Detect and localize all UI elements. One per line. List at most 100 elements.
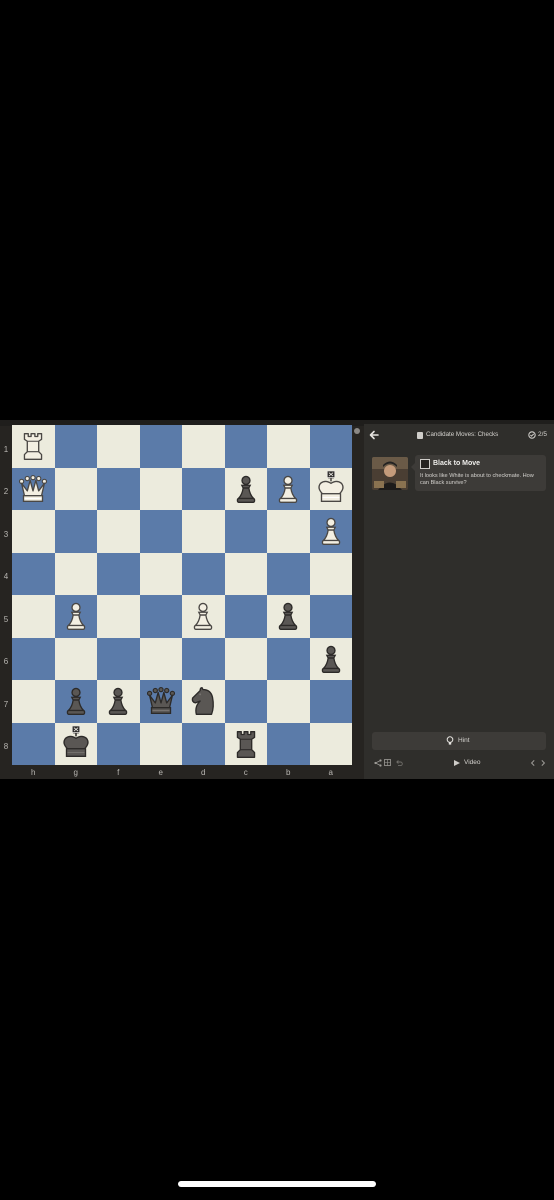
square-c2[interactable] — [224, 467, 267, 510]
back-arrow-icon[interactable] — [368, 429, 380, 441]
settings-dot-icon[interactable] — [354, 428, 360, 434]
square-e4[interactable] — [139, 552, 182, 595]
square-g6[interactable] — [54, 637, 97, 680]
white-pawn-icon[interactable] — [269, 470, 307, 508]
square-h8[interactable] — [12, 722, 55, 765]
video-button[interactable]: Video — [452, 757, 492, 769]
square-b4[interactable] — [267, 552, 310, 595]
square-e1[interactable] — [139, 425, 182, 468]
white-pawn-icon[interactable] — [184, 597, 222, 635]
square-b5[interactable] — [267, 595, 310, 638]
square-h7[interactable] — [12, 680, 55, 723]
square-g3[interactable] — [54, 510, 97, 553]
square-f7[interactable] — [97, 680, 140, 723]
black-pawn-icon[interactable] — [99, 682, 137, 720]
undo-icon[interactable] — [395, 759, 403, 767]
black-rook-icon[interactable] — [227, 725, 265, 763]
square-f4[interactable] — [97, 552, 140, 595]
square-b3[interactable] — [267, 510, 310, 553]
square-h4[interactable] — [12, 552, 55, 595]
square-e6[interactable] — [139, 637, 182, 680]
square-c6[interactable] — [224, 637, 267, 680]
square-g4[interactable] — [54, 552, 97, 595]
square-b1[interactable] — [267, 425, 310, 468]
square-h3[interactable] — [12, 510, 55, 553]
square-c7[interactable] — [224, 680, 267, 723]
coach-message: Black to Move It looks like White is abo… — [411, 455, 546, 491]
chess-board[interactable] — [12, 425, 352, 765]
square-c8[interactable] — [224, 722, 267, 765]
white-rook-icon[interactable] — [14, 427, 52, 465]
black-queen-icon[interactable] — [142, 682, 180, 720]
chevron-left-icon[interactable] — [529, 759, 537, 767]
square-b8[interactable] — [267, 722, 310, 765]
square-f1[interactable] — [97, 425, 140, 468]
square-b2[interactable] — [267, 467, 310, 510]
square-d6[interactable] — [182, 637, 225, 680]
square-h1[interactable] — [12, 425, 55, 468]
square-c5[interactable] — [224, 595, 267, 638]
square-d8[interactable] — [182, 722, 225, 765]
square-a5[interactable] — [309, 595, 352, 638]
square-a2[interactable] — [309, 467, 352, 510]
square-d5[interactable] — [182, 595, 225, 638]
rank-label: 4 — [3, 572, 9, 581]
square-h5[interactable] — [12, 595, 55, 638]
square-f8[interactable] — [97, 722, 140, 765]
square-e7[interactable] — [139, 680, 182, 723]
square-h6[interactable] — [12, 637, 55, 680]
black-king-icon[interactable] — [57, 725, 95, 763]
square-d4[interactable] — [182, 552, 225, 595]
square-c3[interactable] — [224, 510, 267, 553]
square-g1[interactable] — [54, 425, 97, 468]
square-g2[interactable] — [54, 467, 97, 510]
square-a4[interactable] — [309, 552, 352, 595]
square-f3[interactable] — [97, 510, 140, 553]
square-b7[interactable] — [267, 680, 310, 723]
square-c1[interactable] — [224, 425, 267, 468]
square-b6[interactable] — [267, 637, 310, 680]
lesson-header: Candidate Moves: Checks 2/5 — [364, 424, 554, 446]
coach-photo-icon — [372, 457, 408, 490]
square-d3[interactable] — [182, 510, 225, 553]
square-e8[interactable] — [139, 722, 182, 765]
black-pawn-icon[interactable] — [227, 470, 265, 508]
square-a6[interactable] — [309, 637, 352, 680]
white-pawn-icon[interactable] — [57, 597, 95, 635]
chevron-right-icon[interactable] — [539, 759, 547, 767]
hint-button[interactable]: Hint — [372, 732, 546, 750]
square-f5[interactable] — [97, 595, 140, 638]
rank-label: 3 — [3, 530, 9, 539]
square-a7[interactable] — [309, 680, 352, 723]
board-layout-icon[interactable] — [384, 759, 391, 766]
square-d2[interactable] — [182, 467, 225, 510]
lesson-progress: 2/5 — [538, 431, 548, 438]
square-e5[interactable] — [139, 595, 182, 638]
share-icon[interactable] — [374, 759, 382, 767]
lesson-footer: Video — [364, 756, 554, 770]
square-g5[interactable] — [54, 595, 97, 638]
square-a8[interactable] — [309, 722, 352, 765]
black-pawn-icon[interactable] — [57, 682, 95, 720]
square-d7[interactable] — [182, 680, 225, 723]
square-f2[interactable] — [97, 467, 140, 510]
square-c4[interactable] — [224, 552, 267, 595]
white-king-icon[interactable] — [312, 470, 350, 508]
square-e2[interactable] — [139, 467, 182, 510]
file-label: a — [328, 768, 333, 777]
white-queen-icon[interactable] — [14, 470, 52, 508]
square-e3[interactable] — [139, 510, 182, 553]
home-indicator[interactable] — [178, 1181, 376, 1187]
black-pawn-icon[interactable] — [269, 597, 307, 635]
square-a1[interactable] — [309, 425, 352, 468]
square-d1[interactable] — [182, 425, 225, 468]
square-h2[interactable] — [12, 467, 55, 510]
black-pawn-icon[interactable] — [312, 640, 350, 678]
rank-label: 8 — [3, 742, 9, 751]
square-a3[interactable] — [309, 510, 352, 553]
square-g8[interactable] — [54, 722, 97, 765]
white-pawn-icon[interactable] — [312, 512, 350, 550]
square-f6[interactable] — [97, 637, 140, 680]
black-knight-icon[interactable] — [184, 682, 222, 720]
square-g7[interactable] — [54, 680, 97, 723]
